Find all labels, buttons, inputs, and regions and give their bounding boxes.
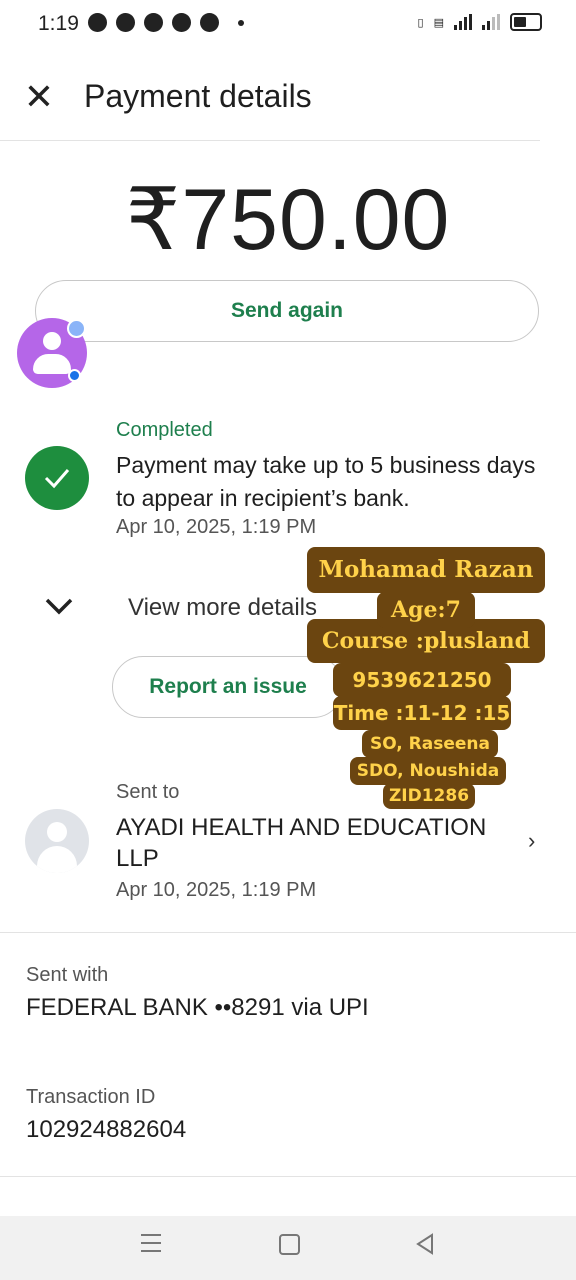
sent-with-value: FEDERAL BANK ••8291 via UPI [26, 994, 369, 1021]
system-icons: ▯ ▤ [418, 13, 542, 31]
status-message: Payment may take up to 5 business days t… [116, 452, 536, 511]
overlay-so: SO, Raseena [362, 730, 498, 758]
section-divider [0, 932, 576, 933]
chat-icon [144, 13, 163, 32]
youtube-icon [172, 13, 191, 32]
vibrate-icon: ▯ [417, 16, 424, 29]
volte-icon: ▤ [433, 16, 444, 29]
back-icon[interactable] [415, 1233, 435, 1260]
home-icon[interactable] [279, 1234, 300, 1255]
battery-icon [510, 13, 542, 31]
signal-icon [454, 14, 472, 30]
check-icon [25, 446, 89, 510]
status-time: 1:19 [38, 12, 79, 35]
signal-2-icon [482, 14, 500, 30]
status-date: Apr 10, 2025, 1:19 PM [116, 516, 317, 538]
header-divider [0, 140, 540, 141]
overlay-phone: 9539621250 [333, 663, 511, 697]
overlay-age: Age:7 [377, 592, 475, 628]
chevron-down-icon[interactable] [44, 596, 74, 621]
whatsapp-icon [88, 13, 107, 32]
recipient-date: Apr 10, 2025, 1:19 PM [116, 879, 317, 901]
overlay-zid: ZID1286 [383, 783, 475, 809]
view-more-details-link[interactable]: View more details [128, 594, 317, 622]
chevron-right-icon[interactable]: › [528, 828, 535, 854]
transaction-id-label: Transaction ID [26, 1086, 156, 1108]
payment-amount: ₹750.00 [125, 172, 451, 268]
transaction-id-value[interactable]: 102924882604 [26, 1116, 186, 1144]
overlay-student-name: Mohamad Razan [307, 547, 545, 593]
status-label: Completed [116, 419, 213, 441]
bottom-divider [0, 1176, 576, 1177]
overlay-sdo: SDO, Noushida [350, 757, 506, 785]
snapchat-icon [116, 13, 135, 32]
more-notifications-icon [238, 19, 244, 26]
app-icon [200, 13, 219, 32]
sent-with-label: Sent with [26, 964, 109, 986]
overlay-time: Time :11-12 :15 [333, 696, 511, 730]
close-icon[interactable]: ✕ [22, 78, 56, 116]
recipient-name[interactable]: AYADI HEALTH AND EDUCATION LLP [116, 812, 516, 874]
bubble-status-icon [68, 369, 81, 382]
sent-to-label: Sent to [116, 781, 180, 803]
report-issue-button[interactable]: Report an issue [112, 656, 344, 718]
bubble-badge-icon [67, 319, 86, 338]
notification-icons [88, 13, 244, 32]
page-title: Payment details [84, 78, 312, 114]
recipient-avatar [25, 809, 89, 873]
recents-icon[interactable] [141, 1234, 161, 1258]
send-again-button[interactable]: Send again [35, 280, 539, 342]
